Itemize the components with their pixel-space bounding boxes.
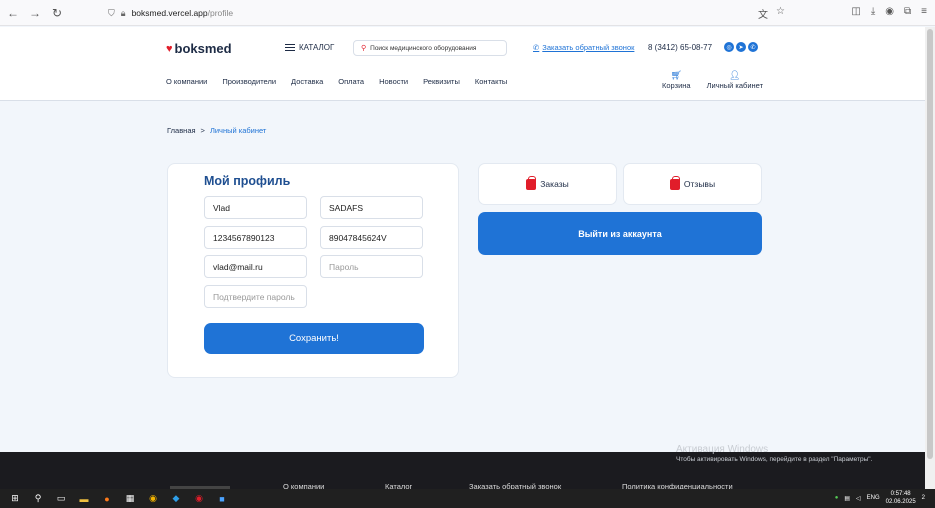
windows-activation-title: Активация Windows [676, 444, 769, 455]
vscode-icon[interactable]: ◆ [168, 491, 184, 507]
menu-item-payment[interactable]: Оплата [338, 77, 364, 86]
callback-link[interactable]: ✆ Заказать обратный звонок [533, 43, 634, 52]
logo-text: boksmed [174, 41, 232, 56]
reload-button[interactable]: ↻ [48, 4, 66, 22]
url-path: /profile [207, 8, 234, 18]
viber-icon[interactable]: ✆ [748, 42, 758, 52]
reviews-button[interactable]: Отзывы [623, 163, 762, 205]
account-icon[interactable]: ◉ [885, 6, 894, 17]
download-icon[interactable]: ⤓ [871, 6, 875, 17]
translate-icon[interactable]: 文 [758, 6, 768, 21]
orders-button[interactable]: Заказы [478, 163, 617, 205]
orders-label: Заказы [540, 179, 569, 189]
email-field[interactable]: vlad@mail.ru [204, 255, 307, 278]
shield-icon: ⛉ [108, 7, 115, 18]
user-icon: 👤︎ [729, 70, 741, 80]
menu-item-manufacturers[interactable]: Производители [222, 77, 276, 86]
search-taskbar-icon[interactable]: ⚲ [30, 491, 46, 507]
password-field[interactable]: Пароль [320, 255, 423, 278]
menu-item-contacts[interactable]: Контакты [475, 77, 507, 86]
telegram-icon[interactable]: ➤ [736, 42, 746, 52]
logout-button[interactable]: Выйти из аккаунта [478, 212, 762, 255]
review-bag-icon [669, 175, 680, 190]
task-view-icon[interactable]: ▭ [53, 491, 69, 507]
shopping-bag-icon [526, 175, 537, 190]
lock-icon: 🔒︎ [120, 7, 126, 18]
heart-logo-icon: ♥ [166, 42, 173, 55]
burger-icon [285, 44, 295, 51]
callback-label: Заказать обратный звонок [542, 43, 635, 52]
tray-app-icon[interactable]: ● [835, 495, 839, 501]
clock[interactable]: 0:57:48 02.06.2025 [886, 490, 916, 506]
windows-activation-subtitle: Чтобы активировать Windows, перейдите в … [676, 456, 873, 463]
scroll-thumb[interactable] [927, 29, 933, 459]
cart-icon: 🛒︎ [670, 70, 682, 80]
phone-handset-icon: ✆ [533, 43, 540, 52]
url-host: boksmed.vercel.app [131, 8, 208, 18]
clock-time: 0:57:48 [890, 491, 911, 497]
chrome-icon[interactable]: ◉ [145, 491, 161, 507]
user-links: 🛒︎ Корзина 👤︎ Личный кабинет [662, 70, 763, 90]
confirm-password-field[interactable]: Подтвердите пароль [204, 285, 307, 308]
account-label: Личный кабинет [706, 81, 764, 90]
windows-start-icon[interactable]: ⊞ [7, 491, 23, 507]
menu-item-delivery[interactable]: Доставка [291, 77, 323, 86]
system-tray: ● ▤ ◁ ENG 0:57:48 02.06.2025 2 [835, 490, 925, 506]
whatsapp-icon[interactable]: ◎ [724, 42, 734, 52]
extensions-icon[interactable]: ⧉ [904, 6, 911, 17]
reviews-label: Отзывы [683, 179, 716, 189]
search-placeholder: Поиск медицинского оборудования [370, 44, 477, 52]
browser-toolbar: ← → ↻ ⛉ 🔒︎ boksmed.vercel.app /profile 文… [0, 0, 935, 26]
calendar-app-icon[interactable]: ▦ [122, 491, 138, 507]
cart-link[interactable]: 🛒︎ Корзина [662, 70, 691, 90]
file-explorer-icon[interactable]: ▬ [76, 491, 92, 507]
menu-item-requisites[interactable]: Реквизиты [423, 77, 460, 86]
breadcrumb-current: Личный кабинет [209, 126, 267, 135]
search-icon: ⚲ [361, 45, 367, 52]
network-icon[interactable]: ▤ [844, 495, 850, 502]
cart-label: Корзина [662, 81, 691, 90]
logo[interactable]: ♥ boksmed [166, 41, 232, 56]
menu-item-about[interactable]: О компании [166, 77, 207, 86]
inn-field[interactable]: 1234567890123 [204, 226, 307, 249]
back-button[interactable]: ← [4, 4, 22, 22]
social-links: ◎ ➤ ✆ [724, 42, 758, 52]
menu-item-news[interactable]: Новости [379, 77, 408, 86]
page-title: Мой профиль [204, 174, 291, 188]
volume-icon[interactable]: ◁ [856, 495, 861, 502]
catalog-label: КАТАЛОГ [299, 43, 335, 52]
breadcrumb-separator: > [200, 126, 205, 135]
phone-number[interactable]: 8 (3412) 65-08-77 [648, 43, 712, 52]
menu-icon[interactable]: ≡ [921, 6, 927, 17]
phone-field[interactable]: 89047845624V [320, 226, 423, 249]
search-input[interactable]: ⚲ Поиск медицинского оборудования [353, 40, 507, 56]
notification-badge[interactable]: 2 [922, 495, 925, 501]
photoshop-icon[interactable]: ■ [214, 491, 230, 507]
breadcrumb: Главная > Личный кабинет [167, 126, 266, 135]
pocket-icon[interactable]: ◫ [851, 6, 860, 17]
language-indicator[interactable]: ENG [867, 495, 880, 501]
catalog-button[interactable]: КАТАЛОГ [285, 43, 334, 52]
forward-button[interactable]: → [26, 4, 44, 22]
recorder-icon[interactable]: ◉ [191, 491, 207, 507]
bookmark-star-icon[interactable]: ☆ [776, 6, 785, 21]
account-link[interactable]: 👤︎ Личный кабинет [707, 70, 763, 90]
breadcrumb-home[interactable]: Главная [167, 126, 196, 135]
address-bar[interactable]: ⛉ 🔒︎ boksmed.vercel.app /profile [108, 3, 793, 23]
first-name-field[interactable]: Vlad [204, 196, 307, 219]
site-header: ♥ boksmed КАТАЛОГ ⚲ Поиск медицинского о… [0, 27, 925, 101]
last-name-field[interactable]: SADAFS [320, 196, 423, 219]
windows-taskbar: ⊞ ⚲ ▭ ▬ ● ▦ ◉ ◆ ◉ ■ ● ▤ ◁ ENG 0:57:48 02… [0, 489, 935, 508]
main-menu: О компании Производители Доставка Оплата… [166, 77, 507, 86]
profile-card: Мой профиль Vlad SADAFS 1234567890123 89… [167, 163, 459, 378]
save-button[interactable]: Сохранить! [204, 323, 424, 354]
firefox-icon[interactable]: ● [99, 491, 115, 507]
clock-date: 02.06.2025 [885, 499, 916, 505]
page-scrollbar[interactable] [925, 27, 935, 489]
